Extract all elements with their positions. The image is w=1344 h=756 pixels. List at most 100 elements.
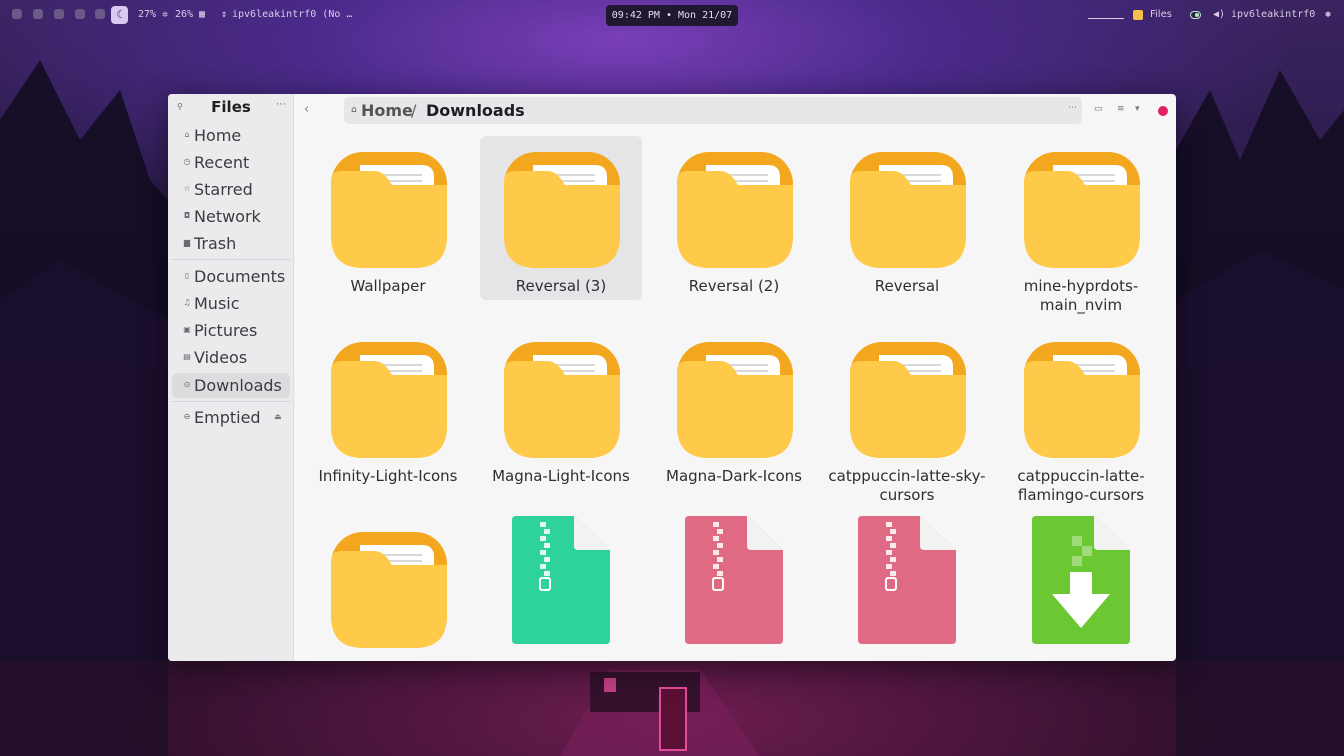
folder-item[interactable] (307, 516, 469, 661)
sidebar-item-label: Pictures (194, 321, 258, 340)
sidebar-item-label: Recent (194, 153, 250, 172)
star-icon: ☆ (183, 184, 191, 193)
sidebar-item-label: Trash (194, 234, 237, 253)
folder-item[interactable]: Magna-Dark-Icons (653, 326, 815, 490)
folder-icon (504, 152, 620, 268)
home-icon: ⌂ (184, 130, 190, 139)
sidebar-item-pictures[interactable]: ▣ Pictures (172, 318, 290, 343)
breadcrumb-separator: / (411, 101, 417, 120)
workspace-3-icon[interactable] (54, 9, 64, 19)
sidebar-item-emptied[interactable]: ⊖ Emptied ⏏ (172, 405, 290, 430)
bluetooth-icon[interactable]: ✱ (1325, 9, 1331, 20)
workspace-5-icon[interactable] (95, 9, 105, 19)
file-item[interactable] (480, 516, 642, 661)
toggle-icon[interactable] (1190, 11, 1201, 19)
drive-icon: ⊖ (183, 412, 191, 421)
sidebar-item-label: Network (194, 207, 261, 226)
cpu-icon: ✲ (162, 9, 169, 20)
active-workspace-icon[interactable]: ☾ (111, 6, 128, 24)
network-icon: ◘ (183, 211, 191, 220)
sidebar-item-label: Home (194, 126, 242, 145)
item-label: Reversal (2) (688, 277, 780, 295)
folder-icon (850, 342, 966, 458)
workspace-4-icon[interactable] (75, 9, 85, 19)
download-file-icon (1032, 516, 1130, 644)
folder-item[interactable]: Infinity-Light-Icons (307, 326, 469, 490)
folder-item[interactable]: catppuccin-latte-sky-cursors (826, 326, 988, 504)
breadcrumb-home[interactable]: Home (361, 101, 413, 120)
item-label: Reversal (874, 277, 940, 295)
file-manager-window: ⚲ Files ⋯ ⌂ Home ◷ Recent ☆ Starred ◘ Ne… (168, 94, 1176, 661)
sidebar-divider (172, 401, 290, 402)
active-app-title[interactable]: Files (1150, 9, 1172, 20)
sidebar-item-starred[interactable]: ☆ Starred (172, 177, 290, 202)
archive-file-icon (685, 516, 783, 644)
picture-icon: ▣ (183, 325, 191, 334)
folder-item[interactable]: catppuccin-latte-flamingo-cursors (1000, 326, 1162, 504)
path-bar[interactable]: ⌂ Home / Downloads ⋯ (344, 97, 1082, 124)
folder-icon (331, 152, 447, 268)
sidebar: ⚲ Files ⋯ ⌂ Home ◷ Recent ☆ Starred ◘ Ne… (168, 94, 294, 661)
music-icon: ♫ (183, 298, 191, 307)
sidebar-item-label: Music (194, 294, 240, 313)
folder-item[interactable]: Reversal (2) (653, 136, 815, 300)
chevron-down-icon[interactable]: ▾ (1135, 104, 1140, 114)
clock-icon: ◷ (183, 157, 191, 166)
video-icon: ▤ (183, 352, 191, 361)
workspace-2-icon[interactable] (33, 9, 43, 19)
file-item[interactable] (653, 516, 815, 661)
item-label: mine-hyprdots-main_nvim (1023, 277, 1139, 314)
sidebar-item-label: Starred (194, 180, 253, 199)
more-icon[interactable]: ⋯ (276, 99, 286, 110)
close-button[interactable] (1158, 106, 1168, 116)
folder-item[interactable]: Reversal (826, 136, 988, 300)
sidebar-item-recent[interactable]: ◷ Recent (172, 150, 290, 175)
folder-item[interactable]: Wallpaper (307, 136, 469, 300)
sidebar-item-videos[interactable]: ▤ Videos (172, 345, 290, 370)
item-label: Infinity-Light-Icons (318, 467, 458, 485)
back-icon[interactable]: ‹ (304, 102, 309, 117)
sidebar-item-label: Downloads (194, 376, 282, 395)
header-bar: ‹ ⌂ Home / Downloads ⋯ ▭ ≡ ▾ (294, 94, 1176, 128)
file-grid: Wallpaper Reversal (3) Reversal (2) Reversa… (294, 128, 1176, 661)
file-item[interactable] (1000, 516, 1162, 661)
breadcrumb-current[interactable]: Downloads (426, 101, 525, 120)
folder-item[interactable]: mine-hyprdots-main_nvim (1000, 136, 1162, 314)
path-menu-icon[interactable]: ⋯ (1068, 103, 1077, 113)
volume-icon[interactable]: ◀) (1213, 9, 1225, 20)
view-list-icon[interactable]: ≡ (1117, 104, 1125, 114)
network-icon: ↕ (221, 9, 228, 20)
file-item[interactable] (826, 516, 988, 661)
cpu-usage: 26% (175, 9, 194, 20)
item-label: catppuccin-latte-sky-cursors (828, 467, 986, 504)
folder-icon (331, 532, 447, 648)
new-folder-icon[interactable]: ▭ (1094, 104, 1103, 114)
workspace-1-icon[interactable] (12, 9, 22, 19)
files-app-icon (1133, 10, 1143, 20)
sidebar-item-downloads[interactable]: ⊙ Downloads (172, 373, 290, 398)
document-icon: ▯ (184, 271, 190, 280)
sidebar-item-documents[interactable]: ▯ Documents (172, 264, 290, 289)
window-indicator (1088, 18, 1124, 19)
folder-icon (331, 342, 447, 458)
sidebar-item-music[interactable]: ♫ Music (172, 291, 290, 316)
sidebar-item-trash[interactable]: ▆ Trash (172, 231, 290, 256)
archive-file-icon (512, 516, 610, 644)
sidebar-item-label: Emptied (194, 408, 261, 427)
sidebar-item-label: Documents (194, 267, 286, 286)
folder-item[interactable]: Reversal (3) (480, 136, 642, 300)
network-status[interactable]: ipv6leakintrf0 (No … (232, 9, 352, 20)
sidebar-item-network[interactable]: ◘ Network (172, 204, 290, 229)
eject-icon[interactable]: ⏏ (274, 412, 282, 421)
clock[interactable]: 09:42 PM • Mon 21/07 (606, 5, 738, 26)
item-label: Reversal (3) (515, 277, 607, 295)
folder-icon (677, 342, 793, 458)
item-label: catppuccin-latte-flamingo-cursors (1017, 467, 1145, 504)
volume-device[interactable]: ipv6leakintrf0 (1231, 9, 1315, 20)
folder-icon (677, 152, 793, 268)
sidebar-item-label: Videos (194, 348, 248, 367)
home-icon: ⌂ (351, 105, 357, 115)
sidebar-item-home[interactable]: ⌂ Home (172, 123, 290, 148)
folder-item[interactable]: Magna-Light-Icons (480, 326, 642, 490)
download-icon: ⊙ (183, 380, 191, 389)
